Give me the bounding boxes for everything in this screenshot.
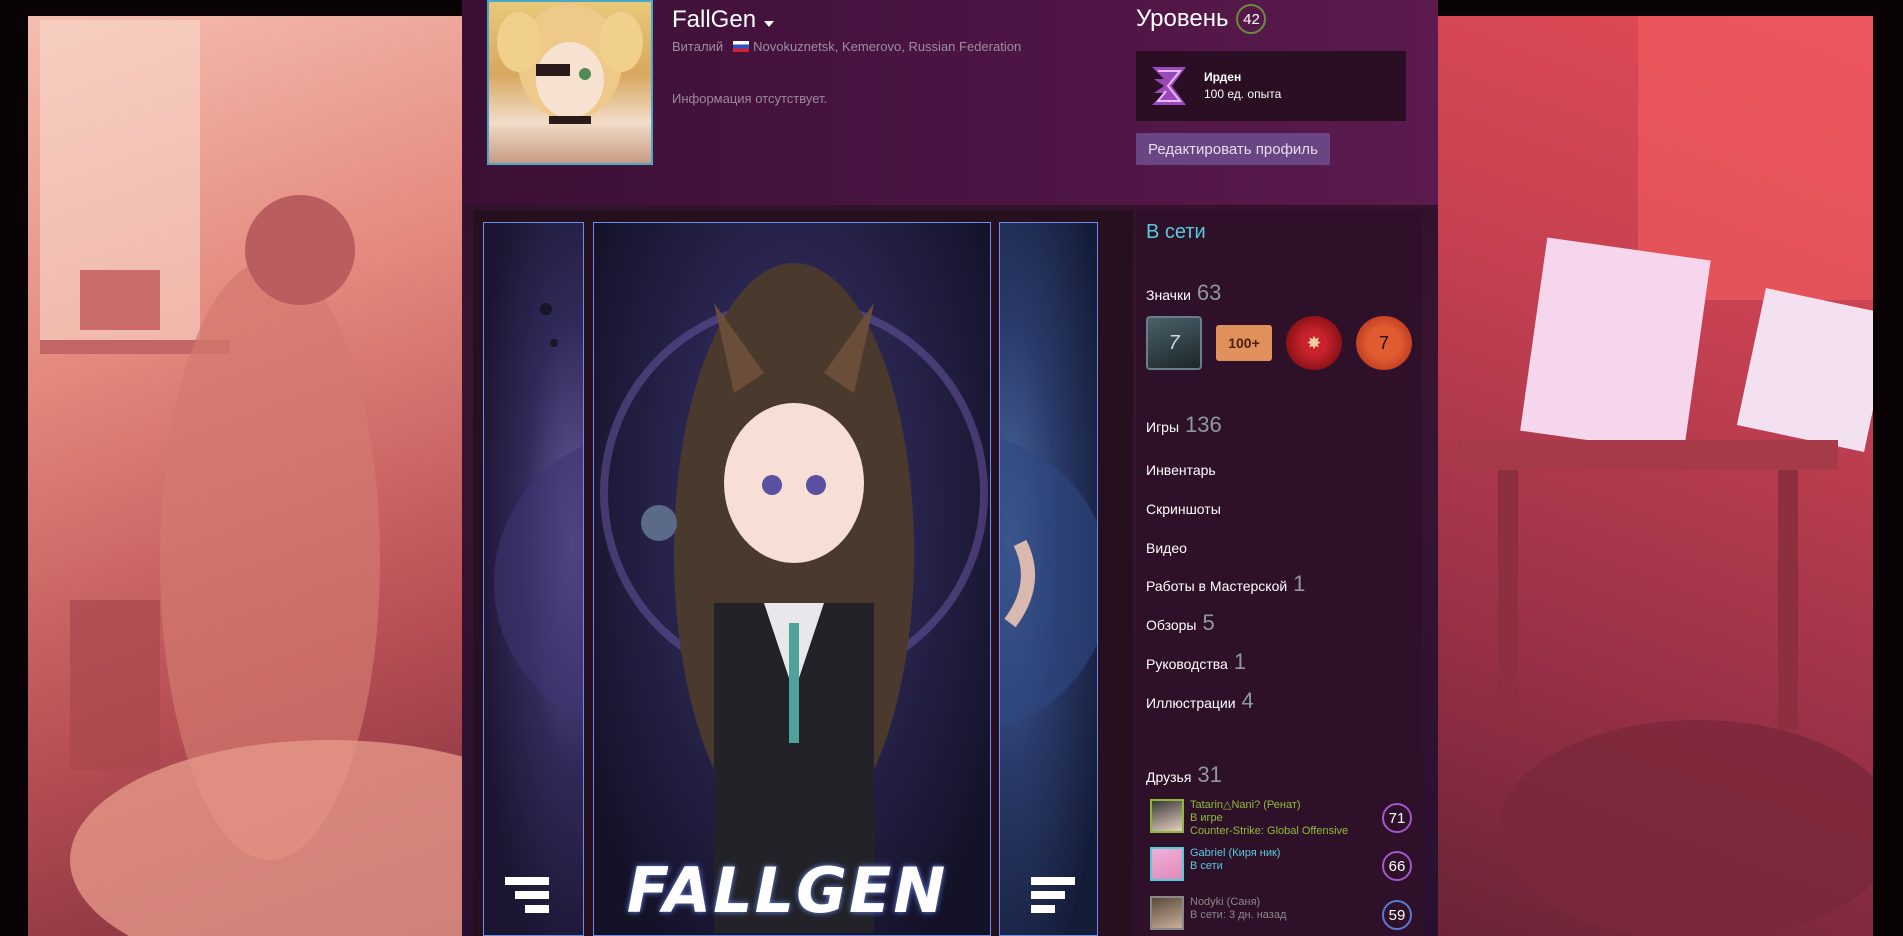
persona-name: FallGen bbox=[672, 6, 757, 33]
friend-name: Gabriel (Киря ник) bbox=[1190, 847, 1281, 859]
favorite-badge-title: Ирден bbox=[1204, 70, 1242, 84]
games-count: 136 bbox=[1185, 412, 1222, 437]
profile-avatar[interactable] bbox=[487, 0, 653, 165]
friends-link[interactable]: Друзья 31 bbox=[1146, 762, 1222, 788]
level-row: Уровень 42 bbox=[1136, 4, 1267, 34]
persona-name-row: FallGen bbox=[672, 6, 775, 34]
badges-row: 7 100+ ✸ 7 bbox=[1146, 316, 1412, 370]
friends-label: Друзья bbox=[1146, 769, 1192, 785]
friend-level: 59 bbox=[1382, 900, 1412, 930]
friend-item[interactable]: Nodyki (Саня) В сети: 3 дн. назад 59 bbox=[1150, 896, 1412, 936]
artwork-main-panel[interactable] bbox=[593, 222, 991, 936]
reviews-label: Обзоры bbox=[1146, 617, 1197, 633]
artwork-showcase-panel: FALLGEN bbox=[473, 210, 1133, 936]
profile-summary: Информация отсутствует. bbox=[672, 91, 828, 106]
badge-text: 100+ bbox=[1228, 335, 1260, 351]
gear-hammer-badge-icon[interactable]: 7 bbox=[1356, 316, 1412, 370]
badge-text: 7 bbox=[1378, 332, 1389, 353]
artwork-showcase: FALLGEN bbox=[483, 222, 1110, 936]
friend-status: В сети: 3 дн. назад bbox=[1190, 909, 1287, 921]
guides-link[interactable]: Руководства 1 bbox=[1146, 649, 1246, 675]
workshop-count: 1 bbox=[1293, 571, 1306, 596]
friend-avatar bbox=[1150, 896, 1184, 930]
games-label: Игры bbox=[1146, 419, 1180, 435]
badges-link[interactable]: Значки 63 bbox=[1146, 280, 1221, 306]
artwork-title: FALLGEN bbox=[626, 854, 948, 927]
guides-count: 1 bbox=[1233, 649, 1247, 674]
online-status: В сети bbox=[1146, 221, 1206, 243]
artwork-count: 4 bbox=[1241, 688, 1254, 713]
workshop-label: Работы в Мастерской bbox=[1146, 578, 1288, 594]
friends-count: 31 bbox=[1197, 762, 1222, 787]
friend-item[interactable]: Gabriel (Киря ник) В сети 66 bbox=[1150, 847, 1412, 891]
inventory-link[interactable]: Инвентарь bbox=[1146, 462, 1216, 478]
wax-seal-badge-icon[interactable]: ✸ bbox=[1286, 316, 1342, 370]
friend-info: Nodyki (Саня) В сети: 3 дн. назад bbox=[1190, 896, 1286, 922]
screenshots-link[interactable]: Скриншоты bbox=[1146, 501, 1221, 517]
name-history-caret-icon[interactable] bbox=[764, 21, 775, 27]
background-art-right bbox=[1438, 0, 1903, 936]
background-frame-left bbox=[0, 0, 28, 936]
level-label: Уровень bbox=[1136, 5, 1229, 32]
friend-name: Tatarin△Nani? (Ренат) bbox=[1190, 799, 1301, 811]
seven-badge-icon[interactable]: 7 bbox=[1146, 316, 1202, 370]
friend-info: Gabriel (Киря ник) В сети bbox=[1190, 847, 1280, 873]
artwork-right-panel[interactable] bbox=[810, 222, 1110, 936]
games-link[interactable]: Игры 136 bbox=[1146, 412, 1222, 438]
friend-avatar bbox=[1150, 847, 1184, 881]
artwork-left-panel[interactable] bbox=[483, 222, 794, 936]
videos-link[interactable]: Видео bbox=[1146, 540, 1187, 556]
artwork-label: Иллюстрации bbox=[1146, 695, 1236, 711]
reviews-link[interactable]: Обзоры 5 bbox=[1146, 610, 1215, 636]
workshop-link[interactable]: Работы в Мастерской 1 bbox=[1146, 571, 1305, 597]
russia-flag-icon bbox=[733, 41, 750, 52]
favorite-badge[interactable]: Ирден 100 ед. опыта bbox=[1136, 51, 1406, 121]
background-frame-right bbox=[1873, 0, 1903, 936]
friend-level: 71 bbox=[1382, 803, 1412, 833]
level-badge[interactable]: 42 bbox=[1236, 4, 1267, 34]
friend-avatar bbox=[1150, 799, 1184, 833]
friend-item[interactable]: Tatarin△Nani? (Ренат) В игре Counter-Str… bbox=[1150, 799, 1412, 843]
friend-level: 66 bbox=[1382, 851, 1412, 881]
location-text: Novokuznetsk, Kemerovo, Russian Federati… bbox=[753, 39, 1022, 54]
friend-status: В игре bbox=[1190, 812, 1223, 824]
profile-header: FallGen Виталий Novokuznetsk, Kemerovo, … bbox=[462, 0, 1438, 205]
friend-info: Tatarin△Nani? (Ренат) В игре Counter-Str… bbox=[1190, 799, 1348, 838]
profile-right-column: В сети Значки 63 7 100+ ✸ 7 Игры 136 Инв… bbox=[1136, 210, 1422, 936]
friend-game: Counter-Strike: Global Offensive bbox=[1190, 825, 1349, 837]
profile-subheader: Виталий Novokuznetsk, Kemerovo, Russian … bbox=[672, 39, 1021, 54]
real-name: Виталий bbox=[672, 39, 724, 54]
guides-label: Руководства bbox=[1146, 656, 1228, 672]
badges-count: 63 bbox=[1196, 280, 1222, 305]
profile-container: FallGen Виталий Novokuznetsk, Kemerovo, … bbox=[462, 0, 1438, 936]
badge-text: 7 bbox=[1168, 331, 1180, 354]
friend-name: Nodyki (Саня) bbox=[1190, 896, 1261, 908]
favorite-badge-xp: 100 ед. опыта bbox=[1204, 87, 1282, 101]
badges-label: Значки bbox=[1146, 287, 1191, 303]
irden-badge-icon bbox=[1152, 67, 1186, 105]
favorite-badge-text: Ирден 100 ед. опыта bbox=[1204, 69, 1281, 103]
100-plus-badge-icon[interactable]: 100+ bbox=[1216, 325, 1272, 361]
edit-profile-button[interactable]: Редактировать профиль bbox=[1136, 133, 1330, 165]
background-art-left bbox=[0, 0, 462, 936]
reviews-count: 5 bbox=[1202, 610, 1215, 635]
friend-status: В сети bbox=[1190, 860, 1223, 872]
artwork-link[interactable]: Иллюстрации 4 bbox=[1146, 688, 1254, 714]
location: Novokuznetsk, Kemerovo, Russian Federati… bbox=[733, 39, 1021, 54]
